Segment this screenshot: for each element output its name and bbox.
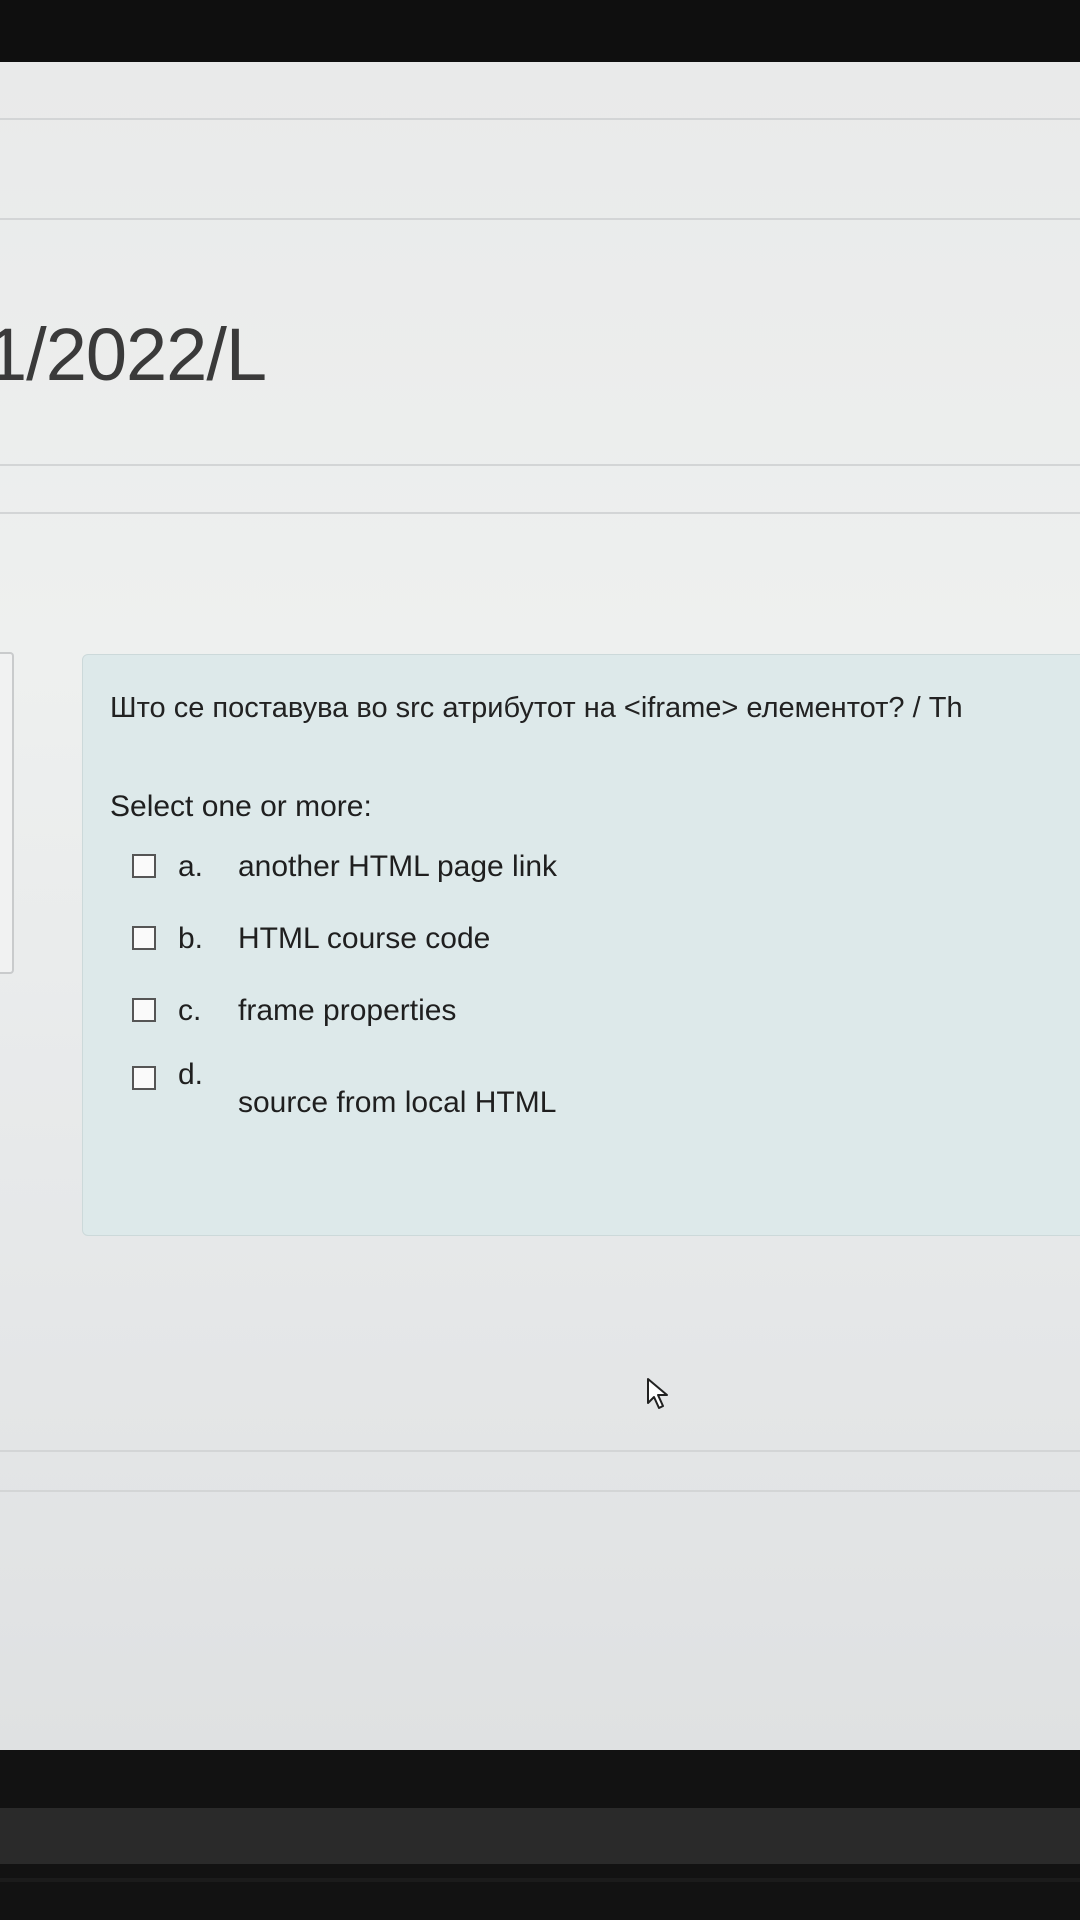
option-letter: d. <box>178 1058 204 1091</box>
answer-prompt: Select one or more: <box>110 790 372 823</box>
section-divider <box>0 464 1080 466</box>
bezel-strip <box>0 1808 1080 1864</box>
bezel-line <box>0 1878 1080 1882</box>
footer-divider <box>0 1490 1080 1492</box>
question-info-card <box>0 652 14 974</box>
footer-divider <box>0 1450 1080 1452</box>
checkbox-a[interactable] <box>132 854 156 878</box>
option-label[interactable]: frame properties <box>238 994 456 1028</box>
question-text: Што се поставува во src атрибутот на <if… <box>110 692 963 724</box>
checkbox-b[interactable] <box>132 926 156 950</box>
option-letter: a. <box>178 850 204 883</box>
question-panel <box>82 654 1080 1236</box>
checkbox-d[interactable] <box>132 1066 156 1090</box>
mouse-pointer-icon <box>647 1378 668 1409</box>
option-letter: b. <box>178 922 204 955</box>
course-title: 1/2022/L <box>0 313 267 396</box>
header-divider <box>0 118 1080 120</box>
section-divider <box>0 512 1080 514</box>
header-divider <box>0 218 1080 220</box>
option-label[interactable]: another HTML page link <box>238 850 557 884</box>
option-letter: c. <box>178 994 202 1027</box>
browser-page: 1/2022/L Што се поставува во src атрибут… <box>0 62 1080 1750</box>
checkbox-c[interactable] <box>132 998 156 1022</box>
option-label[interactable]: source from local HTML <box>238 1086 556 1120</box>
option-label[interactable]: HTML course code <box>238 922 490 956</box>
screen-bezel-top <box>0 0 1080 62</box>
